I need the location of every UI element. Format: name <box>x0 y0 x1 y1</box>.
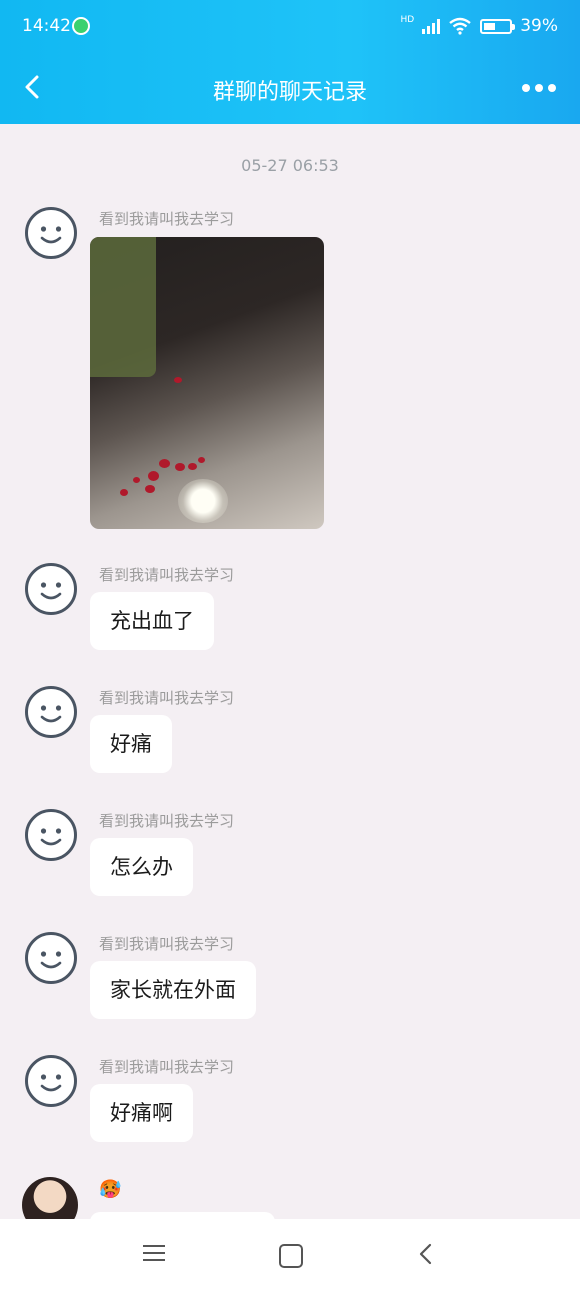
page-title: 群聊的聊天记录 <box>212 80 367 105</box>
wechat-notification-icon <box>72 17 90 35</box>
signal-icon <box>422 18 441 34</box>
more-options-button[interactable] <box>522 76 556 100</box>
chat-history[interactable]: 05-27 06:53 看到我请叫我去学习 看到我请叫我去学习 充出血了 看到我… <box>0 124 580 1219</box>
message-bubble[interactable]: 家长就在外面 <box>90 961 256 1019</box>
battery-percent: 39% <box>520 16 558 36</box>
message-bubble[interactable]: 怎么办 <box>90 838 193 896</box>
message-bubble[interactable]: 好痛啊 <box>90 1084 193 1142</box>
smiley-avatar-icon[interactable] <box>24 562 78 616</box>
anime-avatar[interactable] <box>22 1177 78 1219</box>
battery-icon <box>480 18 516 34</box>
sender-name: 看到我请叫我去学习 <box>99 210 235 228</box>
system-nav-bar <box>0 1219 580 1289</box>
sender-name: 看到我请叫我去学习 <box>99 689 235 707</box>
sender-name: 看到我请叫我去学习 <box>99 566 235 584</box>
message-bubble[interactable]: 充出血了 <box>90 592 214 650</box>
message-bubble[interactable] <box>90 1212 275 1219</box>
smiley-avatar-icon[interactable] <box>24 808 78 862</box>
message-timestamp: 05-27 06:53 <box>241 156 339 175</box>
network-type: HD <box>400 15 415 25</box>
sender-name: 看到我请叫我去学习 <box>99 812 235 830</box>
sender-emoji-name: 🥵 <box>99 1179 122 1200</box>
status-bar: 14:42 HD 39% <box>22 14 558 40</box>
sender-name: 看到我请叫我去学习 <box>99 1058 235 1076</box>
system-back-icon[interactable] <box>414 1241 440 1267</box>
more-dot-icon <box>535 84 543 92</box>
smiley-avatar-icon[interactable] <box>24 685 78 739</box>
more-dot-icon <box>548 84 556 92</box>
home-icon[interactable] <box>279 1244 303 1268</box>
chat-photo[interactable] <box>90 237 324 529</box>
status-time: 14:42 <box>22 16 71 36</box>
menu-icon[interactable] <box>143 1241 169 1267</box>
sender-name: 看到我请叫我去学习 <box>99 935 235 953</box>
smiley-avatar-icon[interactable] <box>24 931 78 985</box>
smiley-avatar-icon[interactable] <box>24 1054 78 1108</box>
header: 14:42 HD 39% 群聊的聊天记录 <box>0 0 580 124</box>
wifi-icon <box>449 17 471 35</box>
message-bubble[interactable]: 好痛 <box>90 715 172 773</box>
nav-bar: 群聊的聊天记录 <box>0 64 580 114</box>
smiley-avatar-icon[interactable] <box>24 206 78 260</box>
more-dot-icon <box>522 84 530 92</box>
